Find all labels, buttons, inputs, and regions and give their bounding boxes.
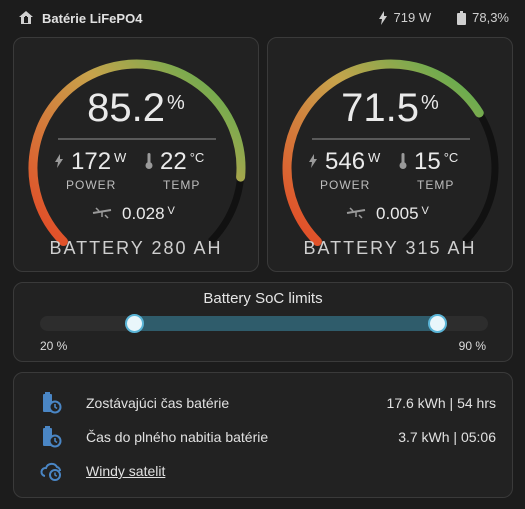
soc-limits-card: Battery SoC limits 20 % 90 % — [13, 282, 513, 362]
voltage-metric: 0.005 V — [346, 204, 429, 224]
flash-icon — [55, 154, 63, 168]
list-item[interactable]: Čas do plného nabitia batérie 3.7 kWh | … — [14, 421, 512, 451]
voltage-value: 0.005 — [376, 204, 419, 223]
temp-value: 22 — [160, 148, 187, 175]
temp-metric: 15 °C TEMP — [399, 148, 458, 192]
list-item[interactable]: Zostávajúci čas batérie 17.6 kWh | 54 hr… — [14, 387, 512, 417]
power-metric: 172 W POWER — [54, 148, 126, 192]
row-name: Zostávajúci čas batérie — [86, 395, 230, 411]
header-power: 719 W — [393, 10, 432, 25]
limit-min-label: 20 % — [40, 339, 68, 353]
soc-range-slider[interactable] — [40, 314, 488, 333]
slider-max-handle[interactable] — [427, 314, 447, 333]
slider-range — [134, 316, 438, 331]
power-label: POWER — [320, 178, 371, 192]
battery-charging-clock-icon — [43, 426, 62, 448]
battery-info-card: Zostávajúci čas batérie 17.6 kWh | 54 hr… — [13, 372, 513, 498]
gauge-divider — [58, 138, 216, 140]
header-battery-level: 78,3% — [472, 10, 509, 25]
header-title: Batérie LiFePO4 — [42, 10, 143, 26]
temp-metric: 22 °C TEMP — [145, 148, 204, 192]
voltage-value: 0.028 — [122, 204, 165, 223]
home-battery-icon — [19, 11, 33, 24]
header: Batérie LiFePO4 719 W 78,3% — [0, 0, 525, 36]
limits-title: Battery SoC limits — [203, 290, 323, 307]
voltage-metric: 0.028 V — [92, 204, 175, 224]
battery-icon — [457, 10, 467, 25]
power-value: 172 — [71, 148, 112, 175]
battery-gauge-card[interactable]: 85.2% 172 W POWER 22 °C TEMP 0.028 V BATTER… — [13, 37, 259, 272]
gauge-divider — [312, 138, 470, 140]
battery-clock-icon — [43, 392, 62, 414]
list-item[interactable]: Windy satelit — [14, 455, 512, 485]
flash-icon — [378, 10, 387, 25]
battery-gauge-card[interactable]: 71.5% 546 W POWER 15 °C TEMP 0.005 V BATTER… — [267, 37, 513, 272]
thermometer-icon — [399, 153, 407, 169]
temp-label: TEMP — [417, 178, 455, 192]
power-value: 546 — [325, 148, 366, 175]
row-value: 17.6 kWh | 54 hrs — [386, 395, 496, 411]
balance-icon — [346, 207, 366, 219]
limit-max-label: 90 % — [458, 339, 486, 353]
header-title-group: Batérie LiFePO4 — [18, 10, 142, 26]
temp-label: TEMP — [163, 178, 201, 192]
flash-icon — [309, 154, 317, 168]
battery-name: BATTERY 315 AH — [303, 238, 477, 258]
slider-min-handle[interactable] — [124, 314, 144, 333]
soc-value: 85.2% — [87, 86, 185, 130]
header-status: 719 W 78,3% — [378, 10, 509, 25]
row-value: 3.7 kWh | 05:06 — [398, 429, 496, 445]
soc-value: 71.5% — [341, 86, 439, 130]
temp-value: 15 — [414, 148, 441, 175]
windy-satelit-link[interactable]: Windy satelit — [86, 463, 165, 479]
balance-icon — [92, 207, 112, 219]
row-name: Čas do plného nabitia batérie — [86, 429, 269, 445]
battery-name: BATTERY 280 AH — [49, 238, 223, 258]
power-label: POWER — [66, 178, 117, 192]
weather-cloud-clock-icon — [40, 462, 61, 481]
power-metric: 546 W POWER — [308, 148, 380, 192]
thermometer-icon — [145, 153, 153, 169]
